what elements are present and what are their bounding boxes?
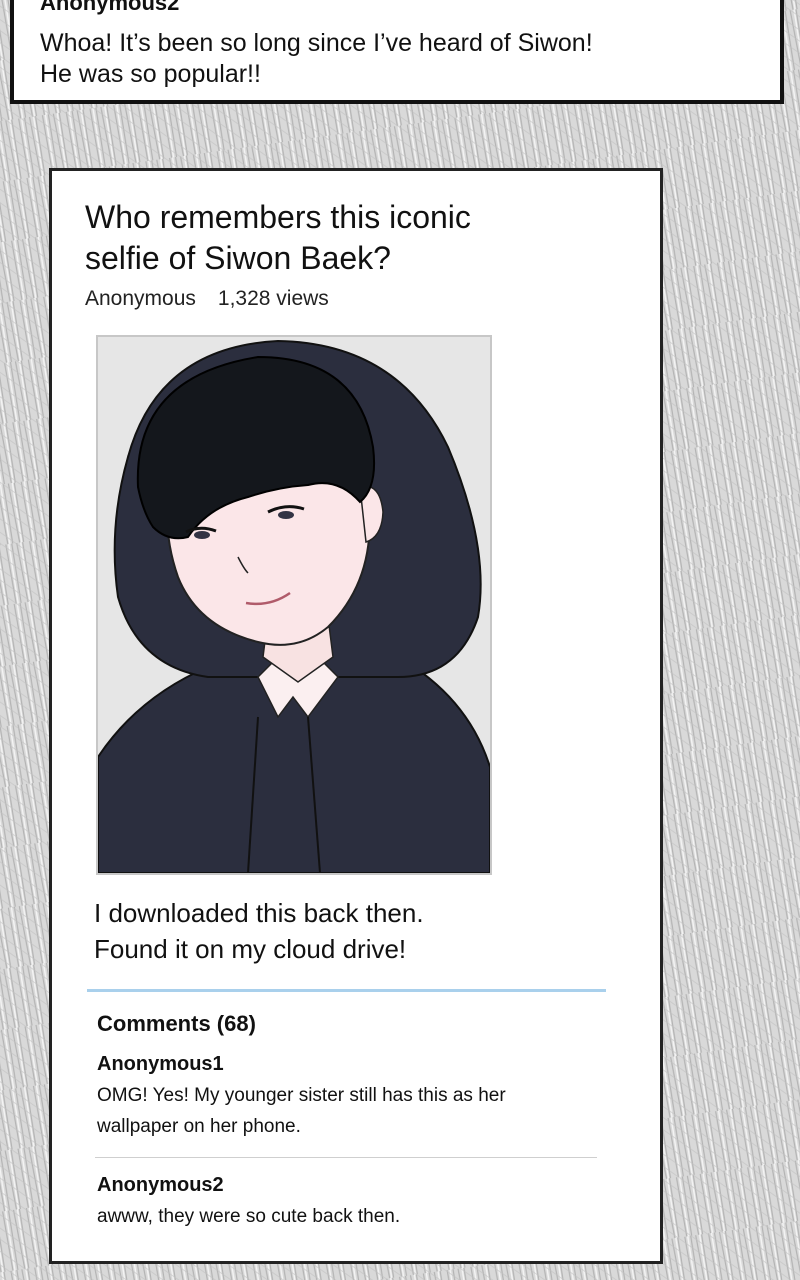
comment-author[interactable]: Anonymous2 bbox=[97, 1174, 597, 1197]
previous-comment-line-2: He was so popular!! bbox=[40, 60, 261, 88]
previous-comment-text: Whoa! It’s been so long since I’ve heard… bbox=[40, 28, 593, 90]
previous-comment-panel: Anonymous2 Whoa! It’s been so long since… bbox=[10, 0, 784, 104]
post-views: 1,328 views bbox=[217, 287, 329, 310]
comment-author[interactable]: Anonymous1 bbox=[97, 1053, 597, 1076]
post-caption: I downloaded this back then. Found it on… bbox=[94, 895, 424, 967]
comment-item: Anonymous1 OMG! Yes! My younger sister s… bbox=[97, 1053, 597, 1142]
comment-separator bbox=[95, 1157, 597, 1158]
post-meta: Anonymous 1,328 views bbox=[85, 287, 329, 311]
previous-comment-author: Anonymous2 bbox=[40, 0, 180, 15]
post-author: Anonymous bbox=[85, 287, 196, 310]
post-title-line-2: selfie of Siwon Baek? bbox=[85, 240, 391, 276]
previous-comment-line-1: Whoa! It’s been so long since I’ve heard… bbox=[40, 29, 593, 57]
comment-item: Anonymous2 awww, they were so cute back … bbox=[97, 1174, 597, 1232]
comment-text-line: OMG! Yes! My younger sister still has th… bbox=[97, 1085, 506, 1106]
post-caption-line-2: Found it on my cloud drive! bbox=[94, 934, 407, 964]
post-title[interactable]: Who remembers this iconic selfie of Siwo… bbox=[85, 197, 605, 279]
post-image-selfie[interactable] bbox=[96, 335, 492, 875]
post-title-line-1: Who remembers this iconic bbox=[85, 199, 471, 235]
comment-text: awww, they were so cute back then. bbox=[97, 1201, 597, 1232]
comments-divider bbox=[87, 989, 606, 992]
comments-header: Comments (68) bbox=[97, 1011, 256, 1036]
forum-post-card: Who remembers this iconic selfie of Siwo… bbox=[49, 168, 663, 1264]
comment-text: OMG! Yes! My younger sister still has th… bbox=[97, 1080, 597, 1142]
post-caption-line-1: I downloaded this back then. bbox=[94, 898, 424, 928]
comment-text-line: awww, they were so cute back then. bbox=[97, 1206, 401, 1227]
comment-text-line: wallpaper on her phone. bbox=[97, 1116, 301, 1137]
